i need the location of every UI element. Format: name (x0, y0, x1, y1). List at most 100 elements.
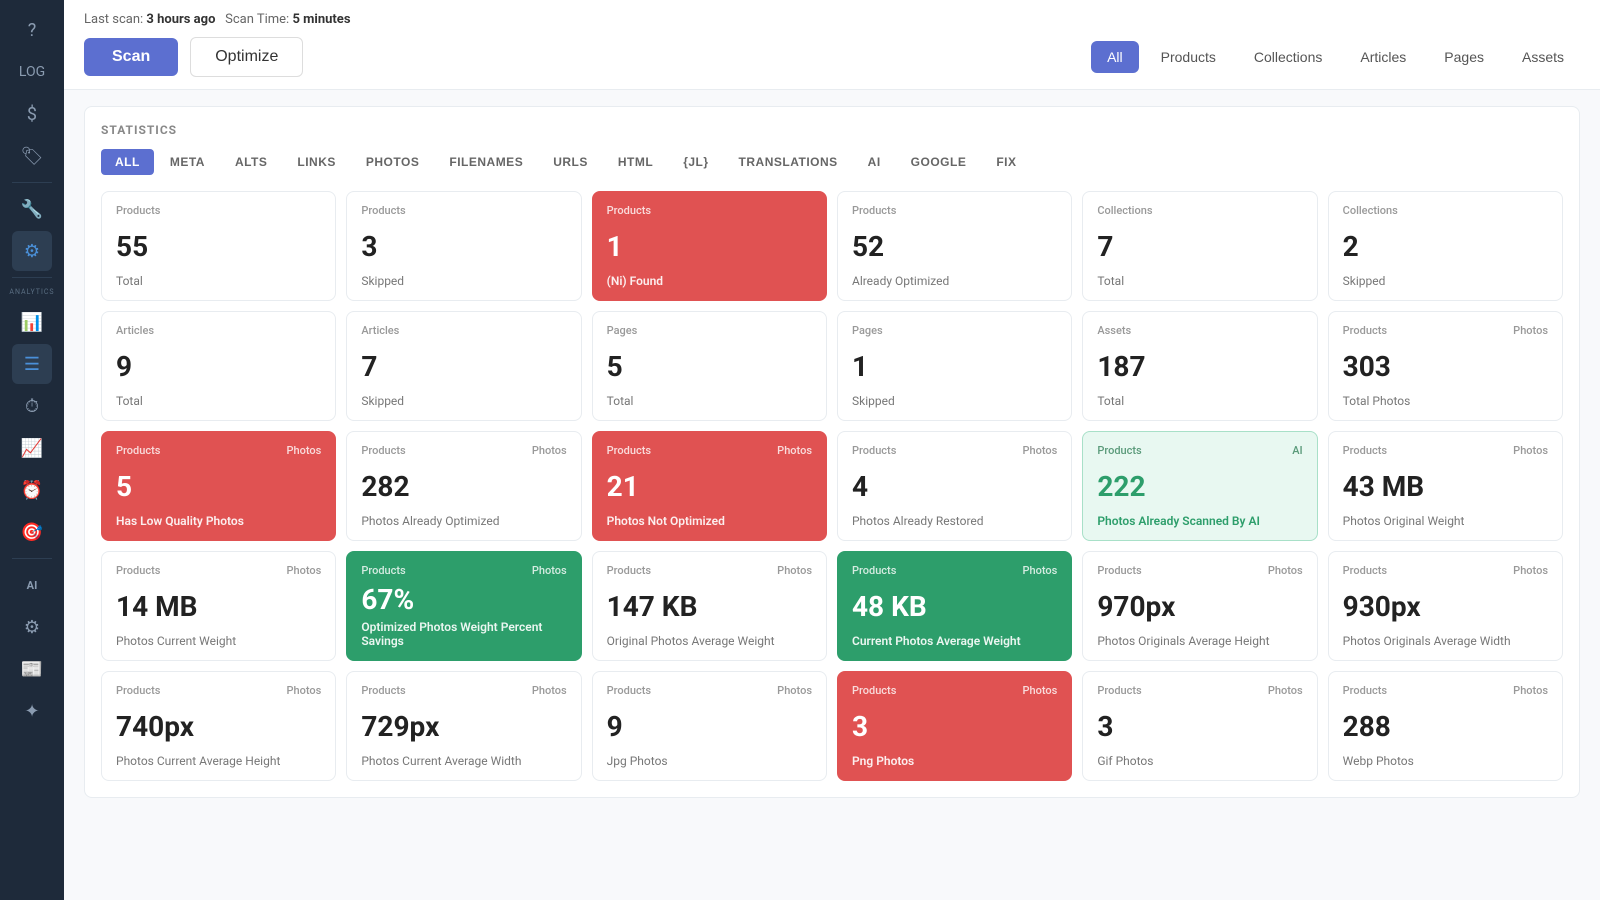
card-photos-ai-scanned[interactable]: Products AI 222 Photos Already Scanned B… (1082, 431, 1317, 541)
topbar: Last scan: 3 hours ago Scan Time: 5 minu… (64, 0, 1600, 90)
last-scan-label: Last scan: (84, 12, 143, 27)
card-png-photos[interactable]: Products Photos 3 Png Photos (837, 671, 1072, 781)
card-photos-restored[interactable]: Products Photos 4 Photos Already Restore… (837, 431, 1072, 541)
card-value: 48 KB (852, 593, 1057, 621)
card-products-photos-total[interactable]: Products Photos 303 Total Photos (1328, 311, 1563, 421)
card-value: 3 (361, 233, 566, 261)
wrench-icon[interactable]: 🔧 (12, 189, 52, 229)
card-products-skipped[interactable]: Products 3 Skipped (346, 191, 581, 301)
cat-tab-meta[interactable]: META (156, 149, 219, 175)
card-category: Products (116, 564, 160, 577)
scan-button[interactable]: Scan (84, 38, 178, 76)
cat-tab-all[interactable]: ALL (101, 149, 154, 175)
content-area: STATISTICS ALL META ALTS LINKS PHOTOS FI… (64, 90, 1600, 900)
card-pages-total[interactable]: Pages 5 Total (592, 311, 827, 421)
card-category: Products (116, 684, 160, 697)
cat-tab-photos[interactable]: PHOTOS (352, 149, 433, 175)
card-photos-current-weight[interactable]: Products Photos 14 MB Photos Current Wei… (101, 551, 336, 661)
card-label: Webp Photos (1343, 754, 1548, 768)
log-icon[interactable]: LOG (12, 52, 52, 92)
filter-tab-collections[interactable]: Collections (1238, 41, 1338, 73)
table-icon[interactable]: ☰ (12, 344, 52, 384)
optimize-button[interactable]: Optimize (190, 37, 303, 77)
card-originals-avg-width[interactable]: Products Photos 930px Photos Originals A… (1328, 551, 1563, 661)
tag-icon[interactable]: 🏷 (12, 136, 52, 176)
card-collections-total[interactable]: Collections 7 Total (1082, 191, 1317, 301)
card-photos-original-weight[interactable]: Products Photos 43 MB Photos Original We… (1328, 431, 1563, 541)
cat-tab-google[interactable]: GOOGLE (897, 149, 981, 175)
card-photos-already-optimized[interactable]: Products Photos 282 Photos Already Optim… (346, 431, 581, 541)
card-subcategory: Photos (287, 684, 322, 697)
card-low-quality-photos[interactable]: Products Photos 5 Has Low Quality Photos (101, 431, 336, 541)
card-current-avg-width[interactable]: Products Photos 729px Photos Current Ave… (346, 671, 581, 781)
cat-tab-urls[interactable]: URLS (539, 149, 602, 175)
card-label: Current Photos Average Weight (852, 634, 1057, 648)
cat-tab-html[interactable]: HTML (604, 149, 667, 175)
gear-icon[interactable]: ⚙ (12, 231, 52, 271)
card-photos-not-optimized[interactable]: Products Photos 21 Photos Not Optimized (592, 431, 827, 541)
card-collections-skipped[interactable]: Collections 2 Skipped (1328, 191, 1563, 301)
dollar-icon[interactable]: $ (12, 94, 52, 134)
card-photos-weight-savings[interactable]: Products Photos 67% Optimized Photos Wei… (346, 551, 581, 661)
circle-clock-icon[interactable]: ⏰ (12, 470, 52, 510)
card-products-already-optimized[interactable]: Products 52 Already Optimized (837, 191, 1072, 301)
card-subcategory: Photos (777, 564, 812, 577)
card-articles-total[interactable]: Articles 9 Total (101, 311, 336, 421)
card-label: Skipped (1343, 274, 1548, 288)
filter-tab-pages[interactable]: Pages (1428, 41, 1500, 73)
cat-tab-links[interactable]: LINKS (283, 149, 350, 175)
cat-tab-translations[interactable]: TRANSLATIONS (725, 149, 852, 175)
card-value: 21 (607, 473, 812, 501)
card-value: 187 (1097, 353, 1302, 381)
bar-chart-icon[interactable]: 📈 (12, 428, 52, 468)
card-original-avg-weight[interactable]: Products Photos 147 KB Original Photos A… (592, 551, 827, 661)
settings2-icon[interactable]: ⚙ (12, 607, 52, 647)
card-label: Total (116, 394, 321, 408)
cat-tab-jl[interactable]: {JL} (669, 149, 722, 175)
cat-tab-ai[interactable]: AI (854, 149, 895, 175)
card-current-avg-height[interactable]: Products Photos 740px Photos Current Ave… (101, 671, 336, 781)
scan-time-value: 5 minutes (292, 12, 350, 27)
card-category: Collections (1097, 204, 1152, 217)
card-category: Products (852, 564, 896, 577)
card-products-ni-found[interactable]: Products 1 (Ni) Found (592, 191, 827, 301)
card-value: 282 (361, 473, 566, 501)
target-icon[interactable]: 🎯 (12, 512, 52, 552)
help-icon[interactable]: ? (12, 10, 52, 50)
ai-icon[interactable]: AI (12, 565, 52, 605)
card-webp-photos[interactable]: Products Photos 288 Webp Photos (1328, 671, 1563, 781)
chart-list-icon[interactable]: 📊 (12, 302, 52, 342)
card-value: 7 (1097, 233, 1302, 261)
card-articles-skipped[interactable]: Articles 7 Skipped (346, 311, 581, 421)
card-category: Products (1343, 444, 1387, 457)
card-category: Pages (607, 324, 638, 337)
card-assets-total[interactable]: Assets 187 Total (1082, 311, 1317, 421)
card-label: Total (116, 274, 321, 288)
card-category: Products (607, 684, 651, 697)
card-originals-avg-height[interactable]: Products Photos 970px Photos Originals A… (1082, 551, 1317, 661)
filter-tab-products[interactable]: Products (1145, 41, 1232, 73)
card-label: Total (1097, 274, 1302, 288)
news-icon[interactable]: 📰 (12, 649, 52, 689)
card-current-avg-weight[interactable]: Products Photos 48 KB Current Photos Ave… (837, 551, 1072, 661)
card-value: 2 (1343, 233, 1548, 261)
statistics-section: STATISTICS ALL META ALTS LINKS PHOTOS FI… (84, 106, 1580, 798)
card-label: Photos Already Optimized (361, 514, 566, 528)
card-label: Gif Photos (1097, 754, 1302, 768)
card-pages-skipped[interactable]: Pages 1 Skipped (837, 311, 1072, 421)
cat-tab-alts[interactable]: ALTS (221, 149, 281, 175)
filter-tab-all[interactable]: All (1091, 41, 1139, 73)
filter-tab-assets[interactable]: Assets (1506, 41, 1580, 73)
card-subcategory: Photos (532, 564, 567, 577)
cat-tab-fix[interactable]: FIX (982, 149, 1030, 175)
card-gif-photos[interactable]: Products Photos 3 Gif Photos (1082, 671, 1317, 781)
card-products-total[interactable]: Products 55 Total (101, 191, 336, 301)
card-value: 3 (852, 713, 1057, 741)
star-icon[interactable]: ✦ (12, 691, 52, 731)
card-subcategory: Photos (287, 564, 322, 577)
card-jpg-photos[interactable]: Products Photos 9 Jpg Photos (592, 671, 827, 781)
card-value: 740px (116, 713, 321, 741)
cat-tab-filenames[interactable]: FILENAMES (435, 149, 537, 175)
filter-tab-articles[interactable]: Articles (1344, 41, 1422, 73)
clock-icon[interactable]: ⏱ (12, 386, 52, 426)
